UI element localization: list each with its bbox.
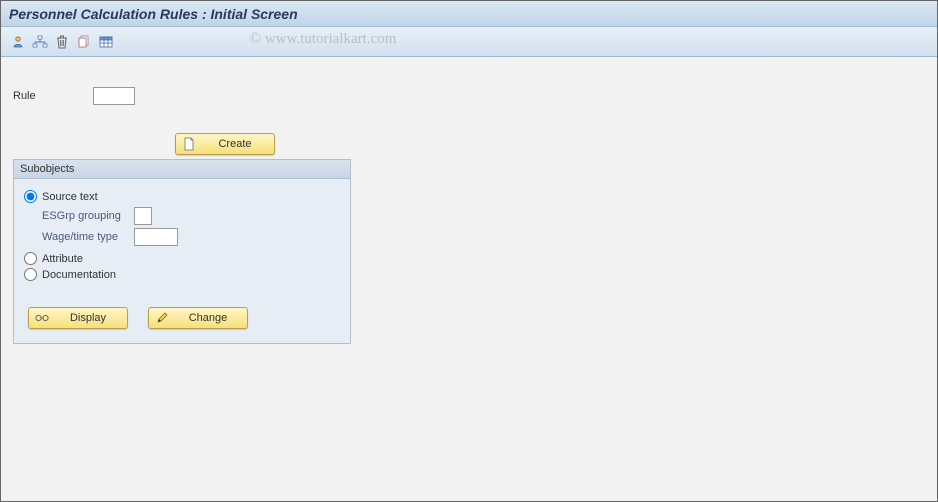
create-button[interactable]: Create [175, 133, 275, 155]
radio-documentation[interactable]: Documentation [24, 268, 340, 281]
title-bar: Personnel Calculation Rules : Initial Sc… [1, 1, 937, 27]
create-button-label: Create [202, 138, 268, 150]
radio-source-text[interactable]: Source text [24, 190, 340, 203]
change-button-label: Change [175, 312, 241, 324]
button-row: Display Change [24, 307, 340, 329]
copy-icon[interactable] [75, 33, 93, 51]
glasses-icon [35, 313, 49, 323]
person-icon[interactable] [9, 33, 27, 51]
create-row: Create [175, 133, 925, 155]
document-icon [182, 137, 196, 151]
radio-attribute-label: Attribute [42, 253, 83, 265]
pencil-icon [155, 312, 169, 324]
wagetime-label: Wage/time type [24, 231, 134, 243]
wagetime-row: Wage/time type [24, 228, 340, 246]
content-area: Rule Create Subobjects Source text ESGrp… [1, 57, 937, 501]
esgrp-row: ESGrp grouping [24, 207, 340, 225]
radio-source-text-input[interactable] [24, 190, 37, 203]
radio-documentation-input[interactable] [24, 268, 37, 281]
page-title: Personnel Calculation Rules : Initial Sc… [9, 6, 298, 22]
display-button-label: Display [55, 312, 121, 324]
hierarchy-icon[interactable] [31, 33, 49, 51]
groupbox-body: Source text ESGrp grouping Wage/time typ… [14, 179, 350, 343]
radio-attribute[interactable]: Attribute [24, 252, 340, 265]
esgrp-input[interactable] [134, 207, 152, 225]
wagetime-input[interactable] [134, 228, 178, 246]
subobjects-groupbox: Subobjects Source text ESGrp grouping Wa… [13, 159, 351, 344]
rule-input[interactable] [93, 87, 135, 105]
delete-icon[interactable] [53, 33, 71, 51]
radio-documentation-label: Documentation [42, 269, 116, 281]
rule-label: Rule [13, 90, 93, 102]
display-button[interactable]: Display [28, 307, 128, 329]
groupbox-title: Subobjects [14, 160, 350, 179]
radio-attribute-input[interactable] [24, 252, 37, 265]
toolbar [1, 27, 937, 57]
rule-field-row: Rule [13, 87, 925, 105]
esgrp-label: ESGrp grouping [24, 210, 134, 222]
table-icon[interactable] [97, 33, 115, 51]
radio-source-text-label: Source text [42, 191, 98, 203]
change-button[interactable]: Change [148, 307, 248, 329]
source-text-subfields: ESGrp grouping Wage/time type [24, 207, 340, 246]
